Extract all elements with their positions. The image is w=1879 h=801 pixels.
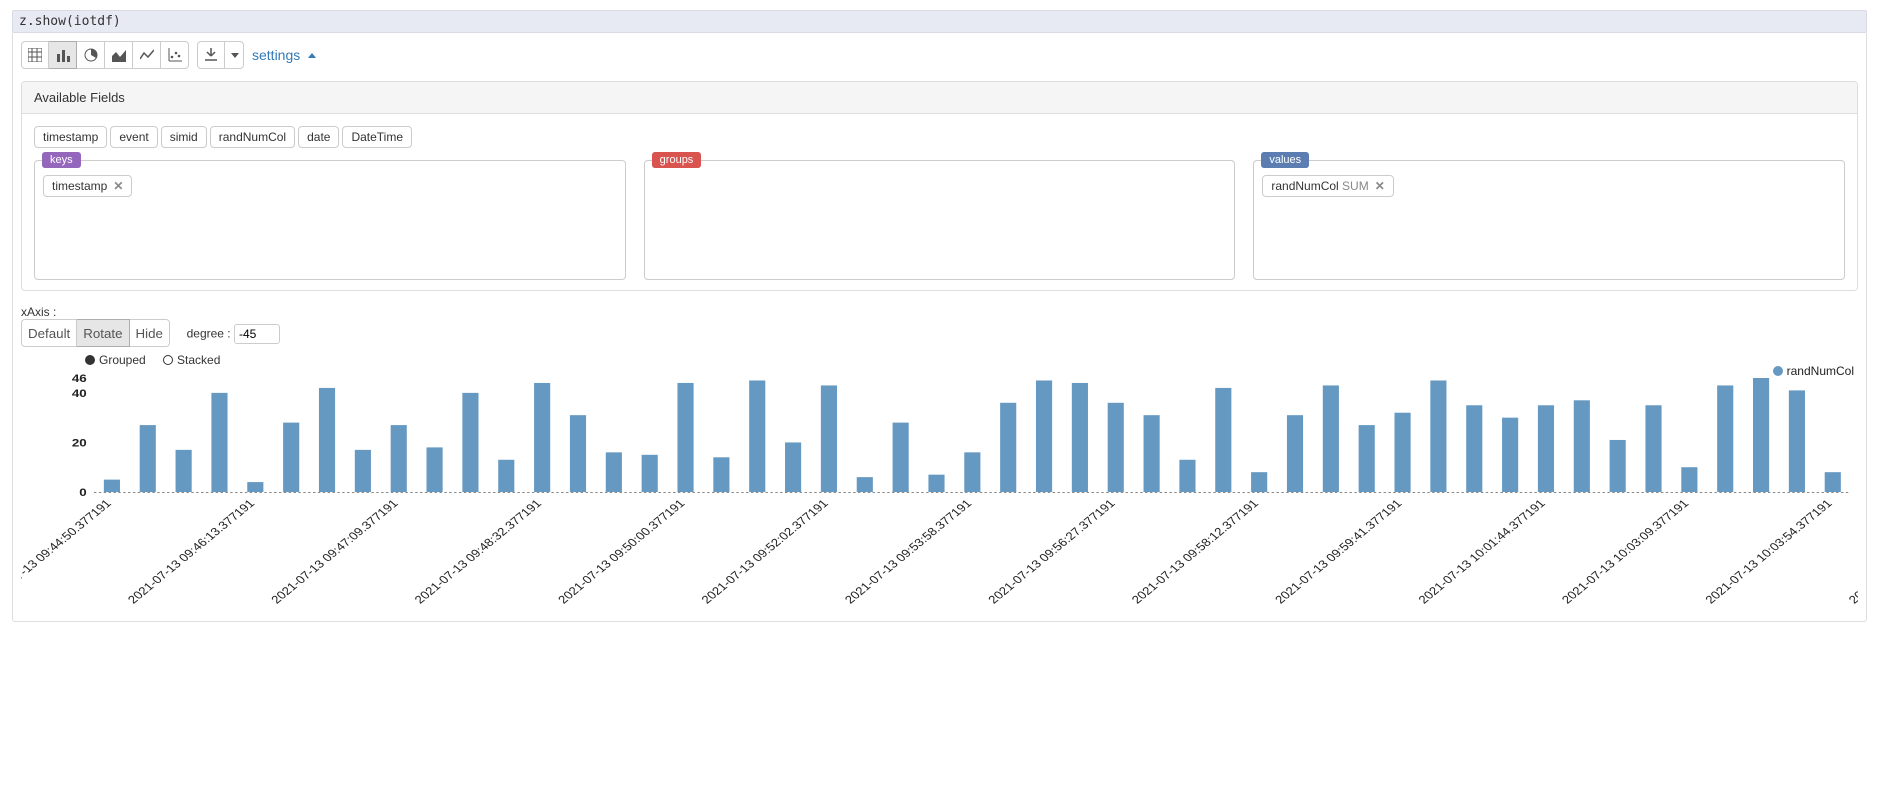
xaxis-button-group: DefaultRotateHide [21, 319, 170, 347]
field-pill-date[interactable]: date [298, 126, 339, 148]
chart-area: randNumCol 02040462021-07-13 09:44:50.37… [21, 368, 1858, 611]
svg-text:20: 20 [72, 437, 87, 450]
bar-chart-svg: 02040462021-07-13 09:44:50.3771912021-07… [21, 368, 1858, 608]
remove-tag-icon[interactable]: ✕ [113, 179, 123, 193]
xaxis-hide-button[interactable]: Hide [130, 319, 170, 347]
download-dropdown-button[interactable] [225, 41, 244, 69]
line-chart-button[interactable] [133, 41, 161, 69]
settings-toggle-label: settings [252, 47, 300, 63]
svg-text:2021-07-13 09:58:12.377191: 2021-07-13 09:58:12.377191 [1129, 497, 1262, 606]
drop-zones-row: keys timestamp✕ groups values randNumCol… [34, 160, 1845, 280]
radio-empty-icon [163, 355, 173, 365]
svg-text:46: 46 [72, 372, 87, 385]
values-dropzone[interactable]: randNumCol SUM✕ [1253, 160, 1845, 280]
stacked-radio[interactable]: Stacked [163, 353, 220, 367]
keys-dropzone[interactable]: timestamp✕ [34, 160, 626, 280]
radio-filled-icon [85, 355, 95, 365]
xaxis-rotate-button[interactable]: Rotate [77, 319, 129, 347]
xaxis-controls: xAxis : DefaultRotateHide degree : [21, 305, 1858, 347]
chart-legend: randNumCol [1773, 364, 1854, 378]
legend-swatch-icon [1773, 366, 1783, 376]
available-fields-row: timestampeventsimidrandNumColdateDateTim… [34, 124, 1845, 150]
svg-text:2021-07-13 09:53:58.377191: 2021-07-13 09:53:58.377191 [842, 497, 975, 606]
area-chart-button[interactable] [105, 41, 133, 69]
stacked-radio-label: Stacked [177, 353, 220, 367]
remove-tag-icon[interactable]: ✕ [1375, 179, 1385, 193]
svg-text:2021-07-13 09:59:41.377191: 2021-07-13 09:59:41.377191 [1272, 497, 1405, 606]
keys-column: keys timestamp✕ [34, 160, 626, 280]
settings-toggle[interactable]: settings [252, 47, 316, 63]
pie-chart-button[interactable] [77, 41, 105, 69]
svg-text:2021-07-13 10:03:09.377191: 2021-07-13 10:03:09.377191 [1559, 497, 1692, 606]
svg-text:2021-07-13 10:03:54.377191: 2021-07-13 10:03:54.377191 [1702, 497, 1835, 606]
grouped-radio-label: Grouped [99, 353, 146, 367]
groups-column: groups [644, 160, 1236, 280]
download-icon [204, 48, 218, 62]
legend-series-label: randNumCol [1787, 364, 1854, 378]
field-pill-event[interactable]: event [110, 126, 157, 148]
svg-text:2021-07-13 09:50:00.377191: 2021-07-13 09:50:00.377191 [555, 497, 688, 606]
values-column: values randNumCol SUM✕ [1253, 160, 1845, 280]
viz-type-group [21, 41, 189, 69]
available-fields-heading: Available Fields [22, 82, 1857, 114]
download-group [197, 41, 244, 69]
svg-text:0: 0 [79, 486, 87, 499]
area-chart-icon [112, 48, 126, 62]
scatter-chart-button[interactable] [161, 41, 189, 69]
svg-text:2021-07-13 09:56:27.377191: 2021-07-13 09:56:27.377191 [985, 497, 1118, 606]
result-toolbar: settings [21, 39, 1858, 77]
degree-label: degree : [187, 327, 231, 341]
settings-panel: Available Fields timestampeventsimidrand… [21, 81, 1858, 291]
field-pill-simid[interactable]: simid [161, 126, 207, 148]
pie-chart-icon [84, 48, 98, 62]
bar-chart-button[interactable] [49, 41, 77, 69]
code-cell-header: z.show(iotdf) [12, 10, 1867, 33]
svg-text:40: 40 [72, 387, 87, 400]
field-pill-randNumCol[interactable]: randNumCol [210, 126, 295, 148]
download-button[interactable] [197, 41, 225, 69]
values-tag-randNumCol[interactable]: randNumCol SUM✕ [1262, 175, 1393, 197]
xaxis-default-button[interactable]: Default [21, 319, 77, 347]
svg-text:2021-07-13 10:01:44.377191: 2021-07-13 10:01:44.377191 [1416, 497, 1549, 606]
groups-label: groups [652, 152, 702, 168]
values-label: values [1261, 152, 1309, 168]
table-view-button[interactable] [21, 41, 49, 69]
keys-tag-timestamp[interactable]: timestamp✕ [43, 175, 132, 197]
keys-label: keys [42, 152, 81, 168]
settings-panel-body: timestampeventsimidrandNumColdateDateTim… [22, 114, 1857, 290]
svg-text:2021-07-13 09:47:09.377191: 2021-07-13 09:47:09.377191 [268, 497, 401, 606]
svg-text:2021-07-13 10:05:14.377191: 2021-07-13 10:05:14.377191 [1846, 497, 1858, 606]
svg-text:2021-07-13 09:46:13.377191: 2021-07-13 09:46:13.377191 [125, 497, 258, 606]
svg-text:2021-07-13 09:44:50.377191: 2021-07-13 09:44:50.377191 [21, 497, 114, 606]
grouped-radio[interactable]: Grouped [85, 353, 146, 367]
degree-input[interactable] [234, 324, 280, 344]
chart-group-options: Grouped Stacked [85, 353, 1858, 368]
svg-text:2021-07-13 09:48:32.377191: 2021-07-13 09:48:32.377191 [412, 497, 545, 606]
bar-chart-icon [56, 48, 70, 62]
paragraph-body: settings Available Fields timestampevent… [12, 33, 1867, 622]
svg-text:2021-07-13 09:52:02.377191: 2021-07-13 09:52:02.377191 [699, 497, 832, 606]
xaxis-label: xAxis : [21, 305, 56, 319]
table-icon [28, 48, 42, 62]
line-chart-icon [140, 48, 154, 62]
field-pill-DateTime[interactable]: DateTime [342, 126, 412, 148]
field-pill-timestamp[interactable]: timestamp [34, 126, 107, 148]
groups-dropzone[interactable] [644, 160, 1236, 280]
scatter-chart-icon [168, 48, 182, 62]
